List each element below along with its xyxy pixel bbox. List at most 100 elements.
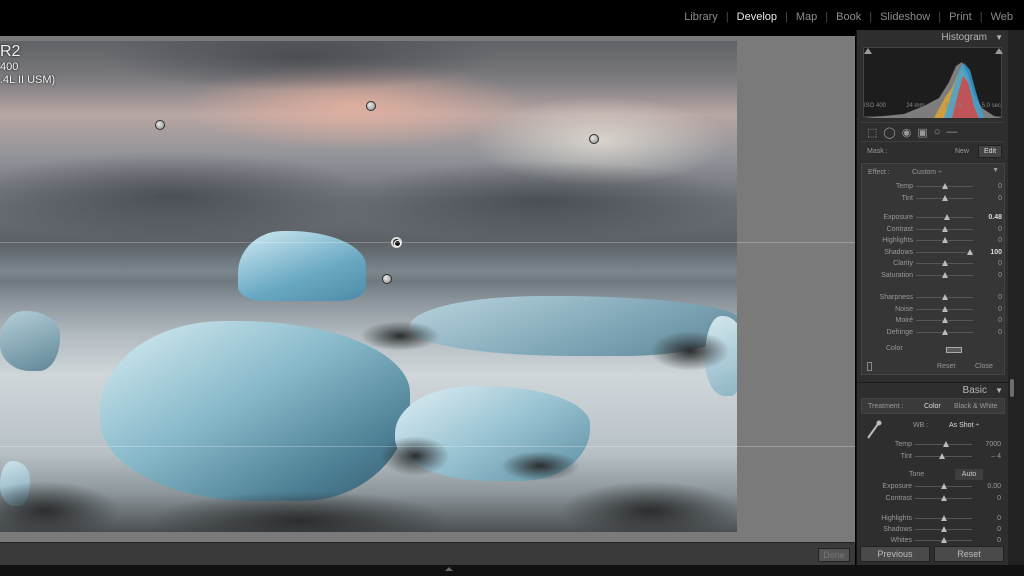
red-eye-icon[interactable]: ◉	[902, 126, 912, 139]
filmstrip-toggle-icon[interactable]	[445, 567, 453, 571]
done-button[interactable]: Done	[818, 548, 850, 562]
mask-edit-button[interactable]: Edit	[978, 145, 1002, 158]
slider-knob[interactable]	[940, 483, 947, 489]
slider-knob[interactable]	[941, 183, 948, 189]
color-swatch[interactable]	[946, 347, 962, 353]
slider-knob[interactable]	[940, 537, 947, 543]
slider-knob[interactable]	[944, 214, 951, 220]
filter-pin[interactable]	[589, 134, 599, 144]
slider-value[interactable]: – 4	[975, 451, 1001, 462]
slider-track[interactable]	[916, 251, 973, 253]
slider-exposure[interactable]: Exposure 0.48	[866, 212, 1006, 223]
slider-knob[interactable]	[941, 294, 948, 300]
slider-sharpness[interactable]: Sharpness 0	[866, 292, 1006, 303]
treatment-color-option[interactable]: Color	[924, 403, 941, 410]
module-develop[interactable]: Develop	[736, 11, 778, 23]
slider-knob[interactable]	[941, 194, 948, 201]
slider-clarity[interactable]: Clarity 0	[866, 258, 1006, 269]
slider-temp[interactable]: Temp 7000	[865, 439, 1005, 450]
module-book[interactable]: Book	[835, 11, 862, 23]
slider-highlights[interactable]: Highlights 0	[865, 513, 1005, 524]
slider-value[interactable]: 0	[975, 493, 1001, 504]
image-canvas[interactable]: R2 400 .4L II USM)	[0, 36, 855, 542]
slider-knob[interactable]	[941, 260, 948, 266]
slider-value[interactable]: 0	[976, 181, 1002, 192]
slider-value[interactable]: 0	[976, 258, 1002, 269]
slider-value[interactable]: 0	[976, 193, 1002, 204]
radial-filter-icon[interactable]: ○	[934, 126, 941, 138]
slider-shadows[interactable]: Shadows 100	[866, 247, 1006, 258]
panel-scrollbar[interactable]	[1008, 30, 1024, 565]
collapse-icon[interactable]: ▼	[992, 167, 999, 174]
graduated-filter-line[interactable]	[0, 242, 855, 243]
spot-removal-icon[interactable]: ◯	[883, 126, 895, 139]
slider-value[interactable]: 0	[976, 235, 1002, 246]
slider-value[interactable]: 0	[976, 327, 1002, 338]
filter-pin[interactable]	[366, 101, 376, 111]
slider-noise[interactable]: Noise 0	[866, 304, 1006, 315]
collapse-icon[interactable]: ▼	[995, 30, 1003, 45]
slider-value[interactable]: 0.00	[975, 481, 1001, 492]
basic-header[interactable]: Basic ▼	[857, 382, 1009, 398]
effect-reset-button[interactable]: Reset	[937, 363, 955, 370]
slider-value[interactable]: 0.48	[976, 212, 1002, 223]
slider-value[interactable]: 0	[976, 315, 1002, 326]
slider-value[interactable]: 0	[976, 304, 1002, 315]
module-library[interactable]: Library	[683, 11, 719, 23]
slider-value[interactable]: 0	[975, 535, 1001, 546]
module-web[interactable]: Web	[990, 11, 1014, 23]
slider-value[interactable]: 100	[976, 247, 1002, 258]
slider-knob[interactable]	[940, 526, 947, 532]
effect-close-button[interactable]: Close	[975, 363, 993, 370]
scrollbar-thumb[interactable]	[1010, 379, 1014, 397]
slider-knob[interactable]	[943, 441, 950, 447]
slider-exposure[interactable]: Exposure 0.00	[865, 481, 1005, 492]
slider-tint[interactable]: Tint 0	[866, 193, 1006, 204]
mask-new-button[interactable]: New	[955, 148, 969, 155]
wb-select[interactable]: As Shot ÷	[949, 422, 979, 429]
filmstrip-bar[interactable]	[0, 565, 1024, 576]
module-print[interactable]: Print	[948, 11, 973, 23]
slider-knob[interactable]	[941, 317, 948, 323]
slider-knob[interactable]	[941, 305, 948, 312]
slider-shadows[interactable]: Shadows 0	[865, 524, 1005, 535]
crop-icon[interactable]: ⬚	[867, 126, 877, 139]
filter-pin[interactable]	[155, 120, 165, 130]
slider-value[interactable]: 0	[976, 224, 1002, 235]
module-slideshow[interactable]: Slideshow	[879, 11, 931, 23]
slider-moir[interactable]: Moiré 0	[866, 315, 1006, 326]
slider-knob[interactable]	[967, 248, 974, 255]
slider-tint[interactable]: Tint – 4	[865, 451, 1005, 462]
slider-whites[interactable]: Whites 0	[865, 535, 1005, 546]
graduated-filter-line[interactable]	[0, 446, 855, 447]
slider-knob[interactable]	[941, 271, 948, 278]
toggle-switch-icon[interactable]	[867, 362, 872, 371]
slider-saturation[interactable]: Saturation 0	[866, 270, 1006, 281]
filter-pin[interactable]	[382, 274, 392, 284]
effect-preset-select[interactable]: Custom ÷	[912, 169, 942, 176]
eyedropper-icon[interactable]	[866, 420, 882, 440]
slider-value[interactable]: 0	[975, 524, 1001, 535]
treatment-bw-option[interactable]: Black & White	[954, 403, 998, 410]
reset-button[interactable]: Reset	[934, 546, 1004, 562]
adjustment-brush-icon[interactable]: —	[946, 126, 957, 138]
slider-knob[interactable]	[940, 494, 947, 501]
graduated-filter-icon[interactable]: ▣	[917, 126, 927, 139]
slider-contrast[interactable]: Contrast 0	[865, 493, 1005, 504]
slider-knob[interactable]	[941, 237, 948, 243]
slider-temp[interactable]: Temp 0	[866, 181, 1006, 192]
slider-value[interactable]: 0	[976, 270, 1002, 281]
tone-auto-button[interactable]: Auto	[955, 469, 983, 480]
collapse-icon[interactable]: ▼	[995, 383, 1003, 398]
previous-button[interactable]: Previous	[860, 546, 930, 562]
histogram-header[interactable]: Histogram ▼	[857, 30, 1009, 45]
slider-knob[interactable]	[939, 452, 946, 459]
slider-knob[interactable]	[940, 515, 947, 521]
module-map[interactable]: Map	[795, 11, 818, 23]
slider-value[interactable]: 0	[975, 513, 1001, 524]
slider-value[interactable]: 7000	[975, 439, 1001, 450]
slider-contrast[interactable]: Contrast 0	[866, 224, 1006, 235]
photo-preview[interactable]: R2 400 .4L II USM)	[0, 41, 737, 532]
slider-defringe[interactable]: Defringe 0	[866, 327, 1006, 338]
slider-value[interactable]: 0	[976, 292, 1002, 303]
